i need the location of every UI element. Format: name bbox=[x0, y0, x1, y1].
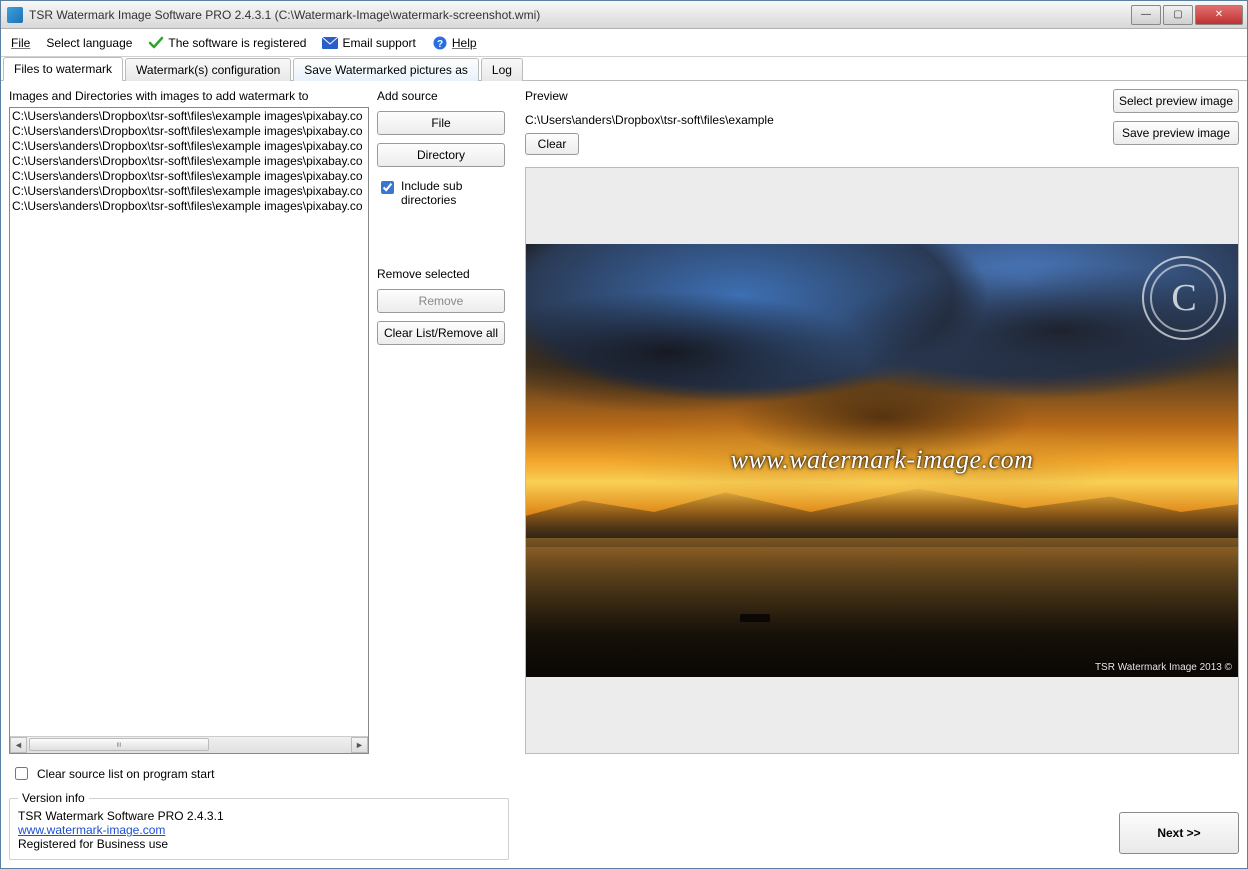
remove-selected-label: Remove selected bbox=[377, 267, 517, 281]
menu-email[interactable]: Email support bbox=[322, 35, 415, 51]
preview-area: www.watermark-image.com C TSR Watermark … bbox=[525, 167, 1239, 754]
menu-help-label: Help bbox=[452, 36, 477, 50]
window-title: TSR Watermark Image Software PRO 2.4.3.1… bbox=[29, 8, 1129, 22]
add-directory-button[interactable]: Directory bbox=[377, 143, 505, 167]
menu-language[interactable]: Select language bbox=[46, 36, 132, 50]
menu-email-label: Email support bbox=[342, 36, 415, 50]
save-preview-button[interactable]: Save preview image bbox=[1113, 121, 1239, 145]
content: Images and Directories with images to ad… bbox=[1, 81, 1247, 868]
app-icon bbox=[7, 7, 23, 23]
preview-path: C:\Users\anders\Dropbox\tsr-soft\files\e… bbox=[525, 113, 774, 127]
titlebar: TSR Watermark Image Software PRO 2.4.3.1… bbox=[1, 1, 1247, 29]
list-item[interactable]: C:\Users\anders\Dropbox\tsr-soft\files\e… bbox=[12, 154, 366, 169]
menu-file[interactable]: File bbox=[11, 36, 30, 50]
filelist-scrollbar[interactable]: ◄ ► bbox=[10, 736, 368, 753]
tab-log[interactable]: Log bbox=[481, 58, 523, 81]
select-preview-button[interactable]: Select preview image bbox=[1113, 89, 1239, 113]
upper-area: Images and Directories with images to ad… bbox=[9, 89, 1239, 754]
list-item[interactable]: C:\Users\anders\Dropbox\tsr-soft\files\e… bbox=[12, 169, 366, 184]
list-item[interactable]: C:\Users\anders\Dropbox\tsr-soft\files\e… bbox=[12, 139, 366, 154]
left-column: Images and Directories with images to ad… bbox=[9, 89, 369, 754]
tab-saveas[interactable]: Save Watermarked pictures as bbox=[293, 58, 479, 81]
clear-on-start-row[interactable]: Clear source list on program start bbox=[11, 764, 509, 783]
tabstrip: Files to watermark Watermark(s) configur… bbox=[1, 57, 1247, 81]
version-line: TSR Watermark Software PRO 2.4.3.1 bbox=[18, 809, 500, 823]
add-source-label: Add source bbox=[377, 89, 517, 103]
close-button[interactable]: ✕ bbox=[1195, 5, 1243, 25]
next-button[interactable]: Next >> bbox=[1119, 812, 1239, 854]
clear-on-start-label: Clear source list on program start bbox=[37, 767, 214, 781]
version-info-group: Version info TSR Watermark Software PRO … bbox=[9, 791, 509, 860]
registered-line: Registered for Business use bbox=[18, 837, 500, 851]
menubar: File Select language The software is reg… bbox=[1, 29, 1247, 57]
preview-image: www.watermark-image.com C TSR Watermark … bbox=[526, 244, 1238, 677]
menu-registered-label: The software is registered bbox=[168, 36, 306, 50]
version-link[interactable]: www.watermark-image.com bbox=[18, 823, 165, 837]
svg-text:?: ? bbox=[437, 39, 443, 50]
scroll-right-icon[interactable]: ► bbox=[351, 737, 368, 753]
list-item[interactable]: C:\Users\anders\Dropbox\tsr-soft\files\e… bbox=[12, 184, 366, 199]
include-sub-checkbox[interactable] bbox=[381, 181, 394, 194]
app-window: TSR Watermark Image Software PRO 2.4.3.1… bbox=[0, 0, 1248, 869]
filelist[interactable]: C:\Users\anders\Dropbox\tsr-soft\files\e… bbox=[9, 107, 369, 754]
list-item[interactable]: C:\Users\anders\Dropbox\tsr-soft\files\e… bbox=[12, 199, 366, 214]
version-info-legend: Version info bbox=[18, 791, 89, 805]
include-sub-row[interactable]: Include sub directories bbox=[377, 179, 517, 207]
scroll-left-icon[interactable]: ◄ bbox=[10, 737, 27, 753]
maximize-button[interactable]: ▢ bbox=[1163, 5, 1193, 25]
watermark-corner-text: TSR Watermark Image 2013 © bbox=[1095, 662, 1232, 673]
clear-list-button[interactable]: Clear List/Remove all bbox=[377, 321, 505, 345]
remove-button[interactable]: Remove bbox=[377, 289, 505, 313]
mail-icon bbox=[322, 35, 338, 51]
clear-on-start-checkbox[interactable] bbox=[15, 767, 28, 780]
scroll-thumb[interactable] bbox=[29, 738, 209, 751]
include-sub-label: Include sub directories bbox=[401, 179, 517, 207]
help-icon: ? bbox=[432, 35, 448, 51]
middle-column: Add source File Directory Include sub di… bbox=[377, 89, 517, 754]
preview-column: Preview C:\Users\anders\Dropbox\tsr-soft… bbox=[525, 89, 1239, 754]
scroll-track[interactable] bbox=[27, 737, 351, 753]
tab-config[interactable]: Watermark(s) configuration bbox=[125, 58, 291, 81]
filelist-label: Images and Directories with images to ad… bbox=[9, 89, 369, 103]
tab-files[interactable]: Files to watermark bbox=[3, 57, 123, 81]
lower-area: Clear source list on program start Versi… bbox=[9, 754, 1239, 860]
menu-registered[interactable]: The software is registered bbox=[148, 35, 306, 51]
check-icon bbox=[148, 35, 164, 51]
list-item[interactable]: C:\Users\anders\Dropbox\tsr-soft\files\e… bbox=[12, 109, 366, 124]
add-file-button[interactable]: File bbox=[377, 111, 505, 135]
preview-clear-button[interactable]: Clear bbox=[525, 133, 579, 155]
minimize-button[interactable]: — bbox=[1131, 5, 1161, 25]
list-item[interactable]: C:\Users\anders\Dropbox\tsr-soft\files\e… bbox=[12, 124, 366, 139]
preview-label: Preview bbox=[525, 89, 774, 103]
menu-help[interactable]: ? Help bbox=[432, 35, 477, 51]
